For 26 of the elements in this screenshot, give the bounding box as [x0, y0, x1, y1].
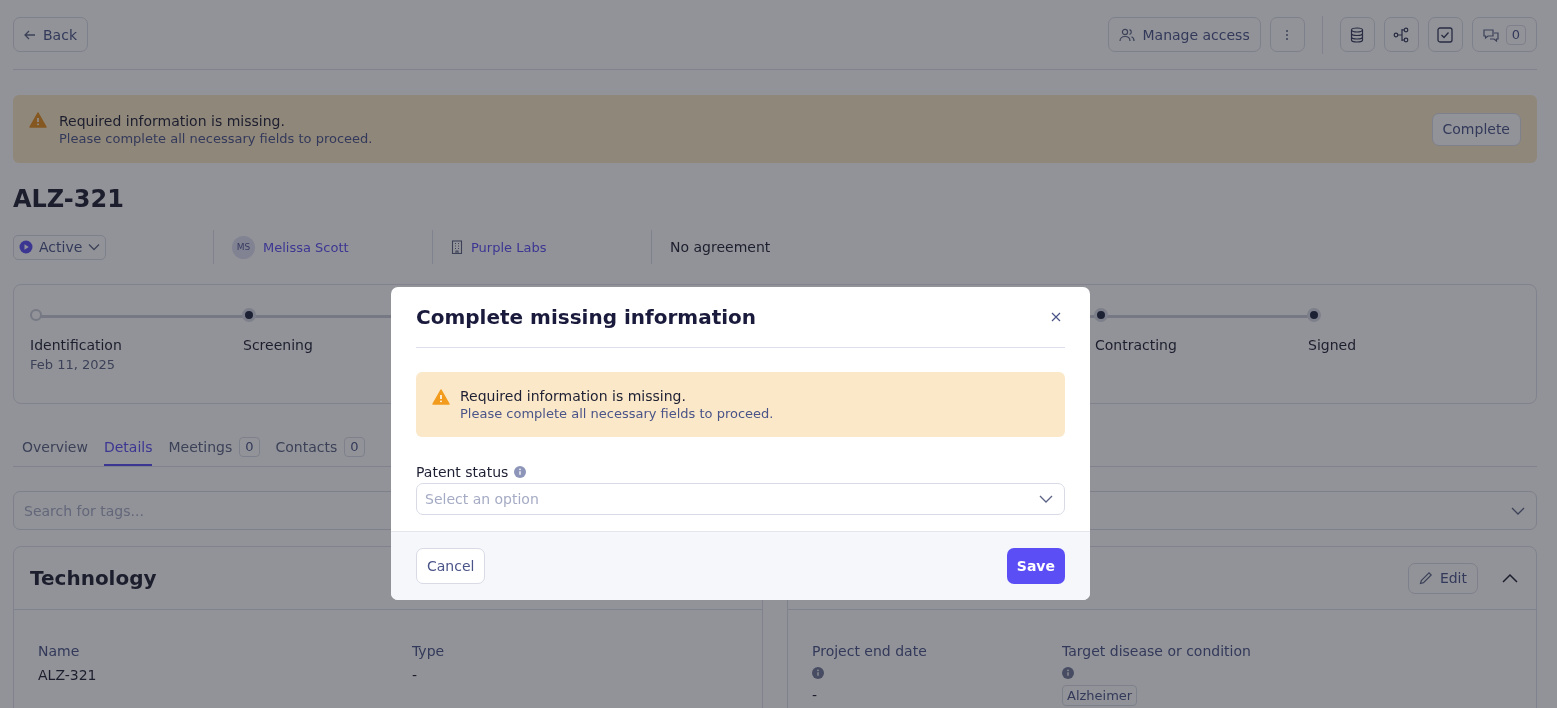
stage-label: Signed — [1308, 337, 1358, 353]
banner-title: Required information is missing. — [59, 112, 286, 129]
alert-message: Please complete all necessary fields to proceed. — [460, 406, 775, 421]
tab-count: 0 — [344, 437, 365, 457]
avatar-initials: MS — [232, 235, 255, 259]
record-title: ALZ-321 — [13, 184, 125, 214]
field-label: Type — [412, 643, 445, 659]
tab-count: 0 — [239, 437, 260, 457]
agreement-status: No agreement — [670, 239, 771, 255]
field-value: - — [812, 687, 818, 703]
stage-label: Screening — [243, 337, 314, 353]
stage-label: Identification — [30, 337, 123, 353]
field-label: Name — [38, 643, 80, 659]
stage-date: Feb 11, 2025 — [30, 357, 117, 372]
field-label: Patent status — [416, 464, 509, 480]
comments-count: 0 — [1505, 24, 1526, 45]
field-value: - — [412, 667, 418, 683]
stage-label: Contracting — [1095, 337, 1178, 353]
tag: Alzheimer — [1062, 685, 1138, 706]
field-label: Target disease or condition — [1062, 643, 1251, 659]
card-title: Technology — [30, 566, 157, 590]
modal-title: Complete missing information — [416, 305, 757, 329]
field-value: ALZ-321 — [38, 667, 97, 683]
field-label: Project end date — [812, 643, 927, 659]
banner-message: Please complete all necessary fields to proceed. — [59, 130, 374, 146]
alert-title: Required information is missing. — [460, 388, 687, 404]
